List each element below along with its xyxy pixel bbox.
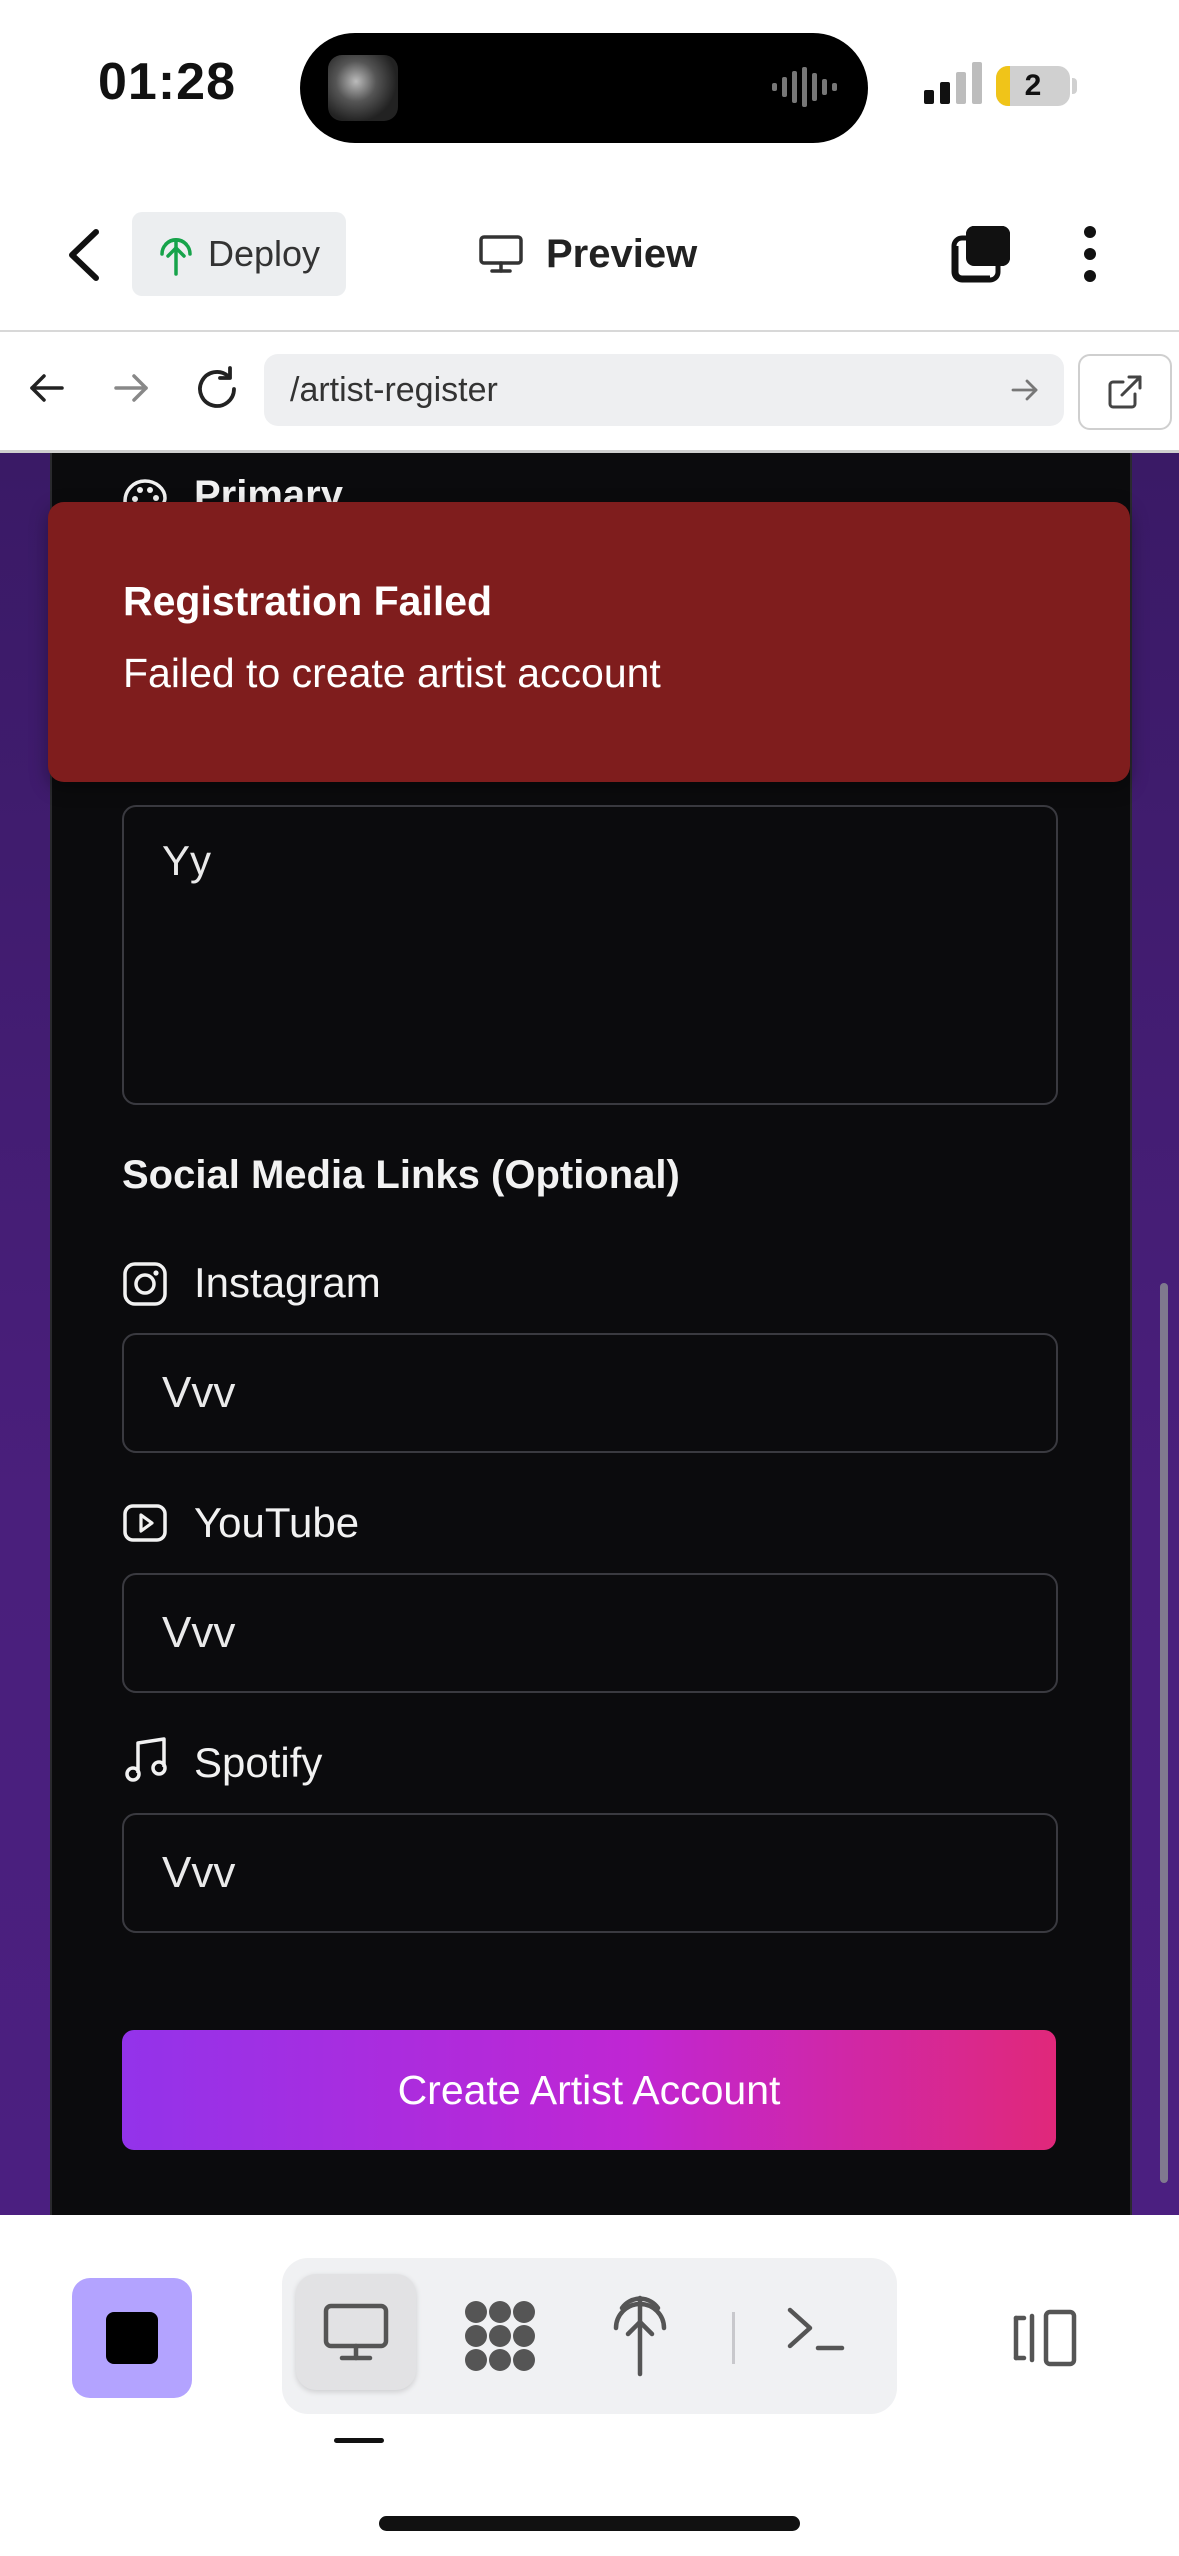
- tool-preview-button[interactable]: [296, 2274, 416, 2390]
- spotify-label: Spotify: [194, 1739, 323, 1786]
- status-bar: 01:28 2: [0, 0, 1179, 180]
- monitor-icon: [479, 235, 523, 273]
- deploy-button[interactable]: Deploy: [132, 212, 346, 296]
- create-artist-account-button[interactable]: Create Artist Account: [122, 2030, 1056, 2150]
- youtube-input[interactable]: Vvv: [122, 1573, 1058, 1693]
- spotify-input[interactable]: Vvv: [122, 1813, 1058, 1933]
- open-external-icon: [1108, 375, 1142, 409]
- arrow-right-icon[interactable]: [112, 368, 152, 408]
- battery-indicator: 2: [996, 66, 1070, 106]
- dynamic-island: [300, 33, 868, 143]
- create-artist-account-label: Create Artist Account: [397, 2067, 781, 2113]
- youtube-label: YouTube: [194, 1499, 360, 1546]
- toast-message: Failed to create artist account: [123, 650, 661, 696]
- instagram-label: Instagram: [194, 1259, 381, 1306]
- bottom-toolbar: [0, 2215, 1179, 2556]
- back-chevron-icon[interactable]: [58, 220, 110, 290]
- browser-bar: /artist-register: [0, 332, 1179, 453]
- arrow-left-icon[interactable]: [26, 368, 66, 408]
- social-links-heading: Social Media Links (Optional): [122, 1153, 680, 1197]
- more-vertical-icon[interactable]: [1080, 224, 1100, 284]
- stop-button[interactable]: [72, 2278, 192, 2398]
- terminal-icon[interactable]: [786, 2304, 846, 2354]
- deploy-label: Deploy: [208, 233, 321, 274]
- home-indicator: [379, 2516, 800, 2531]
- toolbar-divider: [732, 2312, 735, 2364]
- battery-cap: [1072, 78, 1077, 94]
- url-go-arrow-icon[interactable]: [1010, 376, 1040, 404]
- bio-text: Yy: [162, 837, 212, 884]
- tool-switcher: [282, 2258, 897, 2414]
- tabs-icon[interactable]: [950, 222, 1014, 284]
- youtube-value: Vvv: [162, 1608, 236, 1657]
- url-bar[interactable]: /artist-register: [264, 354, 1064, 426]
- toast-title: Registration Failed: [123, 578, 493, 624]
- instagram-icon: [123, 1262, 167, 1306]
- preview-label: Preview: [546, 232, 698, 276]
- scrollbar[interactable]: [1160, 1283, 1168, 2183]
- audio-waveform-icon: [772, 67, 837, 107]
- stop-icon: [106, 2312, 158, 2364]
- deploy-tree-icon: [160, 238, 192, 276]
- spotify-value: Vvv: [162, 1848, 236, 1897]
- now-playing-artwork: [328, 55, 398, 121]
- instagram-input[interactable]: Vvv: [122, 1333, 1058, 1453]
- apps-icon[interactable]: [462, 2298, 538, 2374]
- error-toast[interactable]: Registration Failed Failed to create art…: [48, 502, 1130, 782]
- app-header: Deploy Preview: [0, 180, 1179, 332]
- deploy-icon[interactable]: [610, 2294, 670, 2378]
- monitor-icon: [323, 2303, 389, 2361]
- clock: 01:28: [98, 53, 236, 111]
- music-note-icon: [125, 1737, 167, 1782]
- battery-percent: 2: [1024, 69, 1042, 102]
- active-tab-indicator: [334, 2438, 384, 2443]
- panel-toggle-icon[interactable]: [1010, 2308, 1080, 2368]
- reload-icon[interactable]: [192, 364, 242, 414]
- youtube-icon: [123, 1504, 167, 1542]
- cellular-signal-icon: [924, 62, 982, 104]
- bio-textarea[interactable]: Yy: [122, 805, 1058, 1105]
- url-text: /artist-register: [290, 371, 498, 409]
- open-external-button[interactable]: [1078, 354, 1172, 430]
- instagram-value: Vvv: [162, 1368, 236, 1417]
